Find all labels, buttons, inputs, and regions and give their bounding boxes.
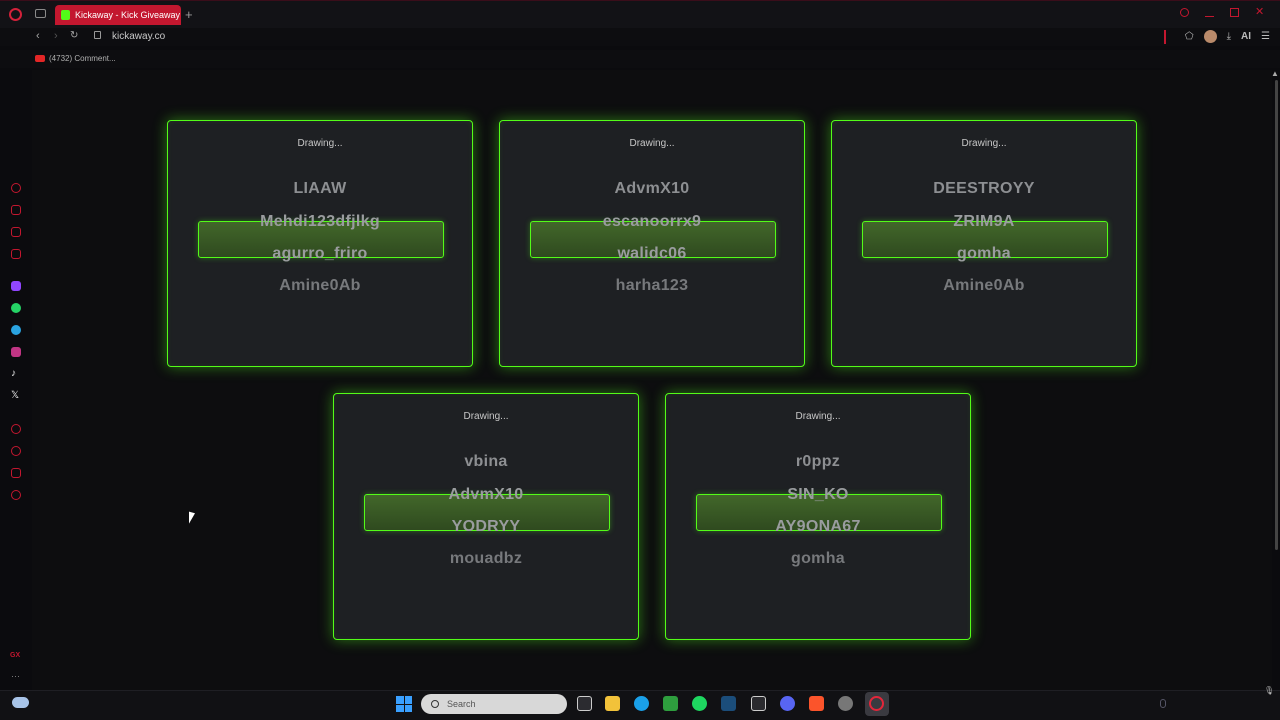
- forward-icon[interactable]: ›: [54, 30, 58, 42]
- contestant-name: gomha: [957, 245, 1011, 262]
- settings-icon[interactable]: [11, 490, 21, 500]
- workspaces-icon[interactable]: [35, 9, 46, 18]
- whatsapp-icon[interactable]: [11, 303, 21, 313]
- tab-title: Kickaway - Kick Giveaway: [75, 10, 181, 20]
- drawing-status: Drawing...: [629, 138, 675, 149]
- window-controls: ✕: [1180, 7, 1264, 18]
- discord-icon[interactable]: [780, 696, 795, 711]
- drawing-card: Drawing... DEESTROYY ZRIM9A gomha Amine0…: [831, 120, 1137, 367]
- new-tab-button[interactable]: +: [185, 7, 193, 22]
- toolbar-right: ⬠ ⤓ AI ☰: [1185, 30, 1270, 43]
- search-icon: [431, 700, 439, 708]
- telegram-icon[interactable]: [11, 325, 21, 335]
- contestant-name: AdvmX10: [614, 180, 690, 197]
- extensions-icon[interactable]: ⬠: [1185, 31, 1194, 42]
- shopping-icon[interactable]: [11, 205, 21, 215]
- contestant-name: vbina: [464, 453, 508, 470]
- drawing-card: Drawing... LIAAW Mehdi123dfjlkg agurro_f…: [167, 120, 473, 367]
- mouse-cursor: [189, 511, 199, 527]
- edge-icon[interactable]: [634, 696, 649, 711]
- contestant-name: ZRIM9A: [953, 213, 1015, 230]
- contestant-name: YODRYY: [451, 518, 521, 535]
- contestant-name: mouadbz: [449, 550, 523, 567]
- bookmark-label: (4732) Comment...: [49, 54, 116, 63]
- xbox-icon[interactable]: [663, 696, 678, 711]
- clock-icon[interactable]: [11, 446, 21, 456]
- contestant-name: AdvmX10: [448, 486, 524, 503]
- scroll-up-icon[interactable]: ▲: [1271, 69, 1279, 78]
- twitch-icon[interactable]: [11, 281, 21, 291]
- bookmarks-bar: [0, 50, 1280, 68]
- contestant-name: harha123: [615, 277, 689, 294]
- drawing-card: Drawing... r0ppz SIN_KO AY9ONA67 gomha: [665, 393, 971, 640]
- opera-gx-taskbar-icon[interactable]: [869, 696, 884, 711]
- scrollbar-thumb[interactable]: [1275, 80, 1278, 550]
- instagram-icon[interactable]: [11, 347, 21, 357]
- drawing-status: Drawing...: [463, 411, 509, 422]
- taskbar-search[interactable]: Search: [421, 694, 567, 714]
- player-icon[interactable]: [11, 424, 21, 434]
- gx-corner-icon[interactable]: [11, 227, 21, 237]
- contestant-name: DEESTROYY: [933, 180, 1035, 197]
- contestant-name: Amine0Ab: [279, 277, 361, 294]
- download-icon[interactable]: ⤓: [1227, 31, 1231, 42]
- kick-favicon-icon: [61, 10, 70, 20]
- gx-badge: GX: [10, 652, 21, 659]
- taskbar-search-placeholder: Search: [447, 699, 476, 709]
- drawing-status: Drawing...: [297, 138, 343, 149]
- drawing-status: Drawing...: [795, 411, 841, 422]
- tab-search-icon[interactable]: [1180, 8, 1189, 17]
- file-explorer-icon[interactable]: [605, 696, 620, 711]
- tab-kickaway[interactable]: Kickaway - Kick Giveaway: [55, 5, 181, 25]
- tray-icons[interactable]: 🎙: [1264, 686, 1274, 695]
- bookmark-youtube[interactable]: (4732) Comment...: [35, 54, 116, 63]
- drawing-status: Drawing...: [961, 138, 1007, 149]
- youtube-icon: [35, 55, 45, 62]
- more-icon[interactable]: ···: [11, 671, 20, 681]
- address-divider: [1164, 30, 1166, 44]
- contestant-name: escanoorrx9: [602, 213, 702, 230]
- contestant-name: r0ppz: [795, 453, 841, 470]
- lock-icon: [94, 31, 101, 39]
- pinboard-icon[interactable]: [11, 468, 21, 478]
- task-view-icon[interactable]: [577, 696, 592, 711]
- contestant-name: Amine0Ab: [943, 277, 1025, 294]
- opera-logo-icon[interactable]: [9, 8, 22, 21]
- drawing-card: Drawing... AdvmX10 escanoorrx9 walidc06 …: [499, 120, 805, 367]
- sidebar: [0, 70, 32, 690]
- menu-icon[interactable]: ☰: [1261, 31, 1270, 42]
- contestant-name: LIAAW: [293, 180, 347, 197]
- url-field[interactable]: kickaway.co: [112, 31, 165, 42]
- contestant-name: gomha: [791, 550, 845, 567]
- contestant-name: agurro_friro: [272, 245, 368, 262]
- contestant-name: SIN_KO: [787, 486, 849, 503]
- back-icon[interactable]: ‹: [36, 30, 40, 42]
- steam-icon[interactable]: [721, 696, 736, 711]
- close-icon[interactable]: ✕: [1255, 7, 1264, 18]
- maximize-icon[interactable]: [1230, 8, 1239, 17]
- mail-icon[interactable]: [751, 696, 766, 711]
- app-icon[interactable]: [838, 696, 853, 711]
- tiktok-icon[interactable]: ♪: [11, 369, 21, 379]
- address-bar: [0, 28, 1280, 46]
- spotify-icon[interactable]: [692, 696, 707, 711]
- aria-ai-button[interactable]: AI: [1241, 31, 1251, 42]
- drawing-card: Drawing... vbina AdvmX10 YODRYY mouadbz: [333, 393, 639, 640]
- minimize-icon[interactable]: [1205, 8, 1214, 17]
- contestant-name: walidc06: [617, 245, 687, 262]
- x-icon[interactable]: 𝕏: [11, 391, 21, 401]
- profile-avatar[interactable]: [1203, 30, 1217, 43]
- weather-widget-icon[interactable]: [12, 697, 29, 708]
- reload-icon[interactable]: ↻: [70, 30, 78, 41]
- contestant-name: AY9ONA67: [775, 518, 861, 535]
- contestant-name: Mehdi123dfjlkg: [260, 213, 380, 230]
- start-button[interactable]: [396, 696, 412, 712]
- gx-tv-icon[interactable]: [11, 249, 21, 259]
- microphone-icon[interactable]: [1160, 699, 1166, 708]
- history-icon[interactable]: [11, 183, 21, 193]
- brave-icon[interactable]: [809, 696, 824, 711]
